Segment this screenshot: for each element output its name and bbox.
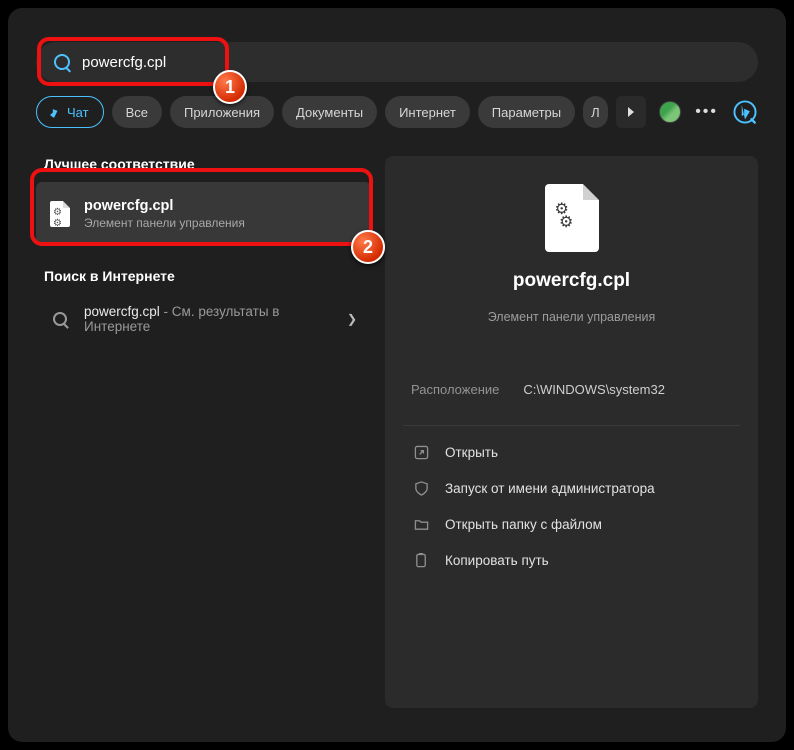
search-input[interactable]: powercfg.cpl — [82, 54, 166, 71]
best-match-result[interactable]: ⚙⚙ powercfg.cpl Элемент панели управлени… — [36, 182, 371, 246]
preview-header: ⚙ ⚙ powercfg.cpl Элемент панели управлен… — [409, 184, 734, 348]
results-column: Лучшее соответствие ⚙⚙ powercfg.cpl Элем… — [36, 156, 371, 708]
divider — [403, 425, 740, 426]
web-result-text: powercfg.cpl - См. результаты в Интернет… — [84, 304, 314, 334]
location-value: C:\WINDOWS\system32 — [523, 382, 665, 397]
search-bar[interactable]: powercfg.cpl — [36, 42, 758, 82]
chip-apps[interactable]: Приложения — [170, 96, 274, 128]
best-match-header: Лучшее соответствие — [36, 156, 371, 172]
shield-icon — [413, 480, 429, 496]
action-open[interactable]: Открыть — [409, 434, 734, 470]
location-row: Расположение C:\WINDOWS\system32 — [409, 382, 734, 397]
best-match-subtitle: Элемент панели управления — [84, 216, 245, 230]
chip-chat[interactable]: Чат — [36, 96, 104, 128]
best-match-title: powercfg.cpl — [84, 198, 245, 214]
folder-icon — [413, 516, 429, 532]
filter-chips-row: Чат Все Приложения Документы Интернет Па… — [36, 94, 758, 130]
chip-scroll-right[interactable] — [616, 96, 646, 128]
search-window: powercfg.cpl Чат Все Приложения Документ… — [8, 8, 786, 742]
preview-title: powercfg.cpl — [513, 270, 630, 292]
copy-icon — [413, 552, 429, 568]
action-admin-label: Запуск от имени администратора — [445, 481, 655, 496]
web-search-result[interactable]: powercfg.cpl - См. результаты в Интернет… — [36, 294, 371, 344]
cpl-file-icon-large: ⚙ ⚙ — [545, 184, 599, 252]
main-area: Лучшее соответствие ⚙⚙ powercfg.cpl Элем… — [36, 156, 758, 708]
header-right-icons: ••• — [659, 99, 758, 125]
web-result-title: powercfg.cpl — [84, 304, 160, 319]
chip-chat-label: Чат — [67, 105, 89, 120]
chip-params[interactable]: Параметры — [478, 96, 575, 128]
search-icon — [54, 54, 70, 70]
bing-icon — [47, 105, 61, 119]
action-run-admin[interactable]: Запуск от имени администратора — [409, 470, 734, 506]
more-icon[interactable]: ••• — [695, 103, 718, 121]
web-search-header: Поиск в Интернете — [36, 268, 371, 284]
open-icon — [413, 444, 429, 460]
user-avatar[interactable] — [659, 101, 681, 123]
preview-subtitle: Элемент панели управления — [488, 310, 656, 324]
cpl-file-icon: ⚙⚙ — [50, 201, 70, 227]
chip-internet[interactable]: Интернет — [385, 96, 470, 128]
action-folder-label: Открыть папку с файлом — [445, 517, 602, 532]
chevron-right-icon: ❯ — [347, 312, 357, 326]
action-open-label: Открыть — [445, 445, 498, 460]
action-copy-label: Копировать путь — [445, 553, 549, 568]
action-open-folder[interactable]: Открыть папку с файлом — [409, 506, 734, 542]
location-label: Расположение — [411, 382, 499, 397]
best-match-text: powercfg.cpl Элемент панели управления — [84, 198, 245, 230]
action-copy-path[interactable]: Копировать путь — [409, 542, 734, 578]
chip-all[interactable]: Все — [112, 96, 162, 128]
preview-panel: ⚙ ⚙ powercfg.cpl Элемент панели управлен… — [385, 156, 758, 708]
search-icon — [53, 312, 67, 326]
chip-partial[interactable]: Л — [583, 96, 608, 128]
chip-docs[interactable]: Документы — [282, 96, 377, 128]
bing-chat-icon[interactable] — [732, 99, 758, 125]
